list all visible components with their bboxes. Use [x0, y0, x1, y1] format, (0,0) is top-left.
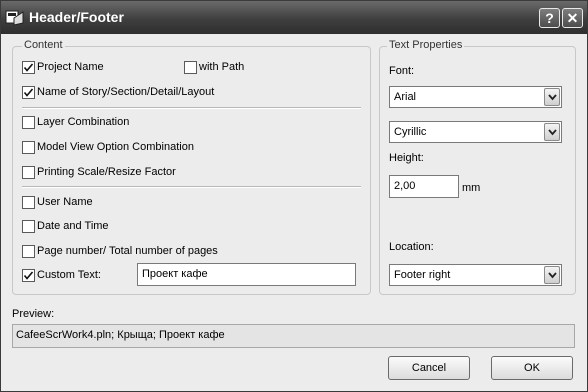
text-properties-group-label: Text Properties: [387, 39, 465, 51]
chevron-down-icon: [548, 129, 557, 136]
height-input[interactable]: 2,00: [389, 175, 459, 198]
printing-scale-label: Printing Scale/Resize Factor: [37, 166, 176, 178]
help-button[interactable]: ?: [539, 8, 560, 28]
script-select[interactable]: Cyrillic: [389, 121, 562, 143]
header-footer-dialog: Header/Footer ? ✕ Content Project Name w…: [0, 0, 588, 392]
custom-text-label: Custom Text:: [37, 269, 101, 281]
location-label: Location:: [389, 241, 434, 253]
story-name-label: Name of Story/Section/Detail/Layout: [37, 86, 215, 98]
ok-button[interactable]: OK: [491, 356, 573, 380]
close-button[interactable]: ✕: [562, 8, 583, 28]
preview-label: Preview:: [12, 308, 55, 320]
close-icon: ✕: [566, 10, 579, 26]
user-name-label: User Name: [37, 196, 93, 208]
cancel-button[interactable]: Cancel: [388, 356, 470, 380]
preview-field: CafeeScrWork4.pln; Крыща; Проект кафе: [12, 324, 575, 348]
font-select-arrow: [544, 88, 560, 106]
height-label: Height:: [389, 152, 424, 164]
content-group-label: Content: [22, 39, 65, 51]
custom-text-input[interactable]: Проект кафе: [137, 263, 356, 286]
height-unit-label: mm: [462, 182, 481, 194]
chevron-down-icon: [548, 272, 557, 279]
font-label: Font:: [389, 65, 415, 77]
font-select[interactable]: Arial: [389, 86, 562, 108]
layer-combination-label: Layer Combination: [37, 116, 130, 128]
title-bar: Header/Footer ? ✕: [1, 1, 587, 34]
font-select-value: Arial: [394, 91, 417, 103]
script-select-arrow: [544, 123, 560, 141]
text-properties-group: Text Properties: [379, 39, 576, 295]
model-view-label: Model View Option Combination: [37, 141, 194, 153]
archicad-app-icon: [5, 10, 24, 26]
checkmark-icon: [23, 271, 34, 280]
chevron-down-icon: [548, 94, 557, 101]
page-number-label: Page number/ Total number of pages: [37, 245, 218, 257]
project-name-label: Project Name: [37, 61, 104, 73]
location-select[interactable]: Footer right: [389, 264, 562, 286]
location-select-arrow: [544, 266, 560, 284]
checkmark-icon: [23, 88, 34, 97]
window-title: Header/Footer: [29, 9, 124, 25]
checkmark-icon: [23, 63, 34, 72]
help-icon: ?: [545, 10, 554, 26]
content-separator-2: [22, 186, 361, 188]
location-select-value: Footer right: [394, 269, 451, 281]
script-select-value: Cyrillic: [394, 126, 427, 138]
content-separator-1: [22, 107, 361, 109]
with-path-label: with Path: [199, 61, 245, 73]
date-time-label: Date and Time: [37, 220, 109, 232]
